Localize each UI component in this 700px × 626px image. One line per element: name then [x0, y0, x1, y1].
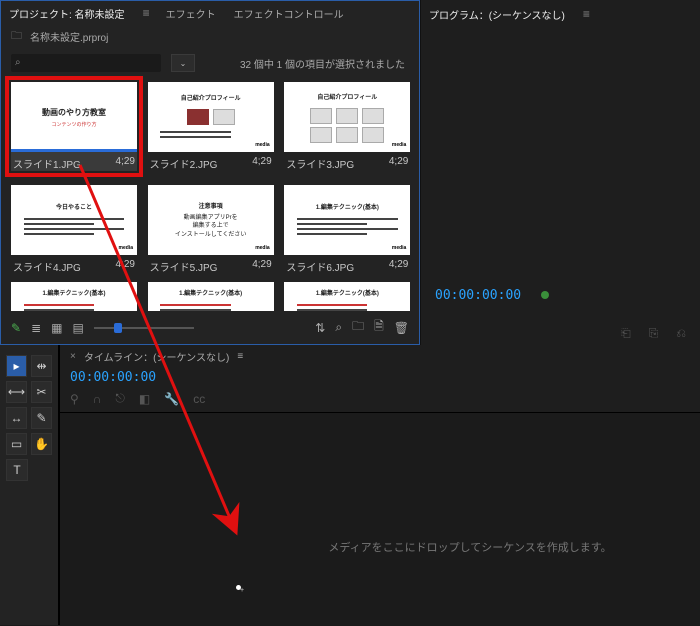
drag-cursor-icon: +	[236, 583, 245, 592]
icon-view-icon[interactable]: ▦	[51, 321, 62, 335]
thumb-slide-8[interactable]: 1.編集テクニック(基本)	[148, 282, 274, 311]
project-panel-footer: ✎ ≣ ▦ ▤ ⇅ ⌕ 🗀 🗎 🗑	[1, 311, 419, 344]
timeline-drop-area[interactable]: + メディアをここにドロップしてシーケンスを作成します。	[60, 412, 700, 625]
thumb-slide-4[interactable]: 今日やること media スライド4.JPG 4;29	[11, 185, 137, 274]
program-monitor-panel: プログラム：(シーケンスなし) ≡ 00:00:00:00 ⎗ ⎘ ⎌	[420, 0, 700, 345]
linked-selection-icon[interactable]: ⎋	[115, 391, 125, 406]
thumb-subtitle: コンテンツの作り方	[51, 121, 96, 128]
panel-menu-icon[interactable]: ≡	[583, 7, 590, 21]
project-filename: 名称未設定.prproj	[30, 29, 108, 44]
thumb-title: 今日やること	[56, 202, 92, 211]
thumb-slide-3[interactable]: 自己紹介プロフィール media スライド3.JPG 4;29	[284, 82, 410, 177]
new-bin-icon[interactable]: 🗀	[352, 317, 364, 338]
thumb-name: スライド3.JPG	[286, 156, 354, 171]
mark-out-icon[interactable]: ⎘	[649, 326, 659, 341]
hand-tool[interactable]: ✋	[31, 433, 52, 455]
track-select-tool[interactable]: ⇹	[31, 355, 52, 377]
panel-menu-icon[interactable]: ≡	[143, 6, 150, 20]
pen-tool[interactable]: ✎	[31, 407, 52, 429]
project-breadcrumb: 🗀 名称未設定.prproj	[1, 25, 419, 50]
thumb-slide-5[interactable]: 注意事項 動画編集アプリPrを 編集する上で インストールしてください medi…	[148, 185, 274, 274]
thumb-duration: 4;29	[389, 259, 408, 274]
folder-icon: 🗀	[11, 27, 22, 46]
panel-menu-icon[interactable]: ≡	[237, 351, 243, 362]
sort-icon[interactable]: ⇅	[315, 321, 325, 335]
marker-icon[interactable]: ◧	[139, 392, 150, 406]
thumb-title: 動画のやり方教室	[42, 107, 106, 118]
thumb-title: 注意事項	[199, 201, 223, 210]
thumb-name: スライド4.JPG	[13, 259, 81, 274]
thumb-slide-6[interactable]: 1.編集テクニック(基本) media スライド6.JPG 4;29	[284, 185, 410, 274]
thumb-name: スライド5.JPG	[150, 259, 218, 274]
new-item-button-icon[interactable]: 🗎	[374, 317, 384, 338]
thumb-title: 1.編集テクニック(基本)	[179, 288, 242, 297]
ripple-edit-tool[interactable]: ⟷	[6, 381, 27, 403]
thumb-duration: 4;29	[116, 259, 135, 274]
program-controls: ⎗ ⎘ ⎌	[421, 326, 700, 341]
timeline-toolbar: ⚲ ∩ ⎋ ◧ 🔧 cc	[60, 391, 700, 412]
thumb-slide-1[interactable]: 動画のやり方教室 コンテンツの作り方 スライド1.JPG 4;29	[11, 82, 137, 177]
thumb-duration: 4;29	[252, 259, 271, 274]
slip-tool[interactable]: ↔	[6, 407, 27, 429]
thumb-title: 自己紹介プロフィール	[317, 92, 377, 101]
type-tool[interactable]: T	[6, 459, 28, 481]
project-panel: プロジェクト: 名称未設定 ≡ エフェクト エフェクトコントロール 🗀 名称未設…	[0, 0, 420, 345]
selection-tool[interactable]: ▸	[6, 355, 27, 377]
thumb-name: スライド6.JPG	[286, 259, 354, 274]
thumb-title: 1.編集テクニック(基本)	[316, 288, 379, 297]
program-timecode: 00:00:00:00	[435, 288, 521, 303]
project-thumb-grid: 動画のやり方教室 コンテンツの作り方 スライド1.JPG 4;29 自己紹介プロ…	[1, 76, 419, 311]
thumb-duration: 4;29	[389, 156, 408, 171]
tab-effect-controls[interactable]: エフェクトコントロール	[232, 2, 346, 25]
rectangle-tool[interactable]: ▭	[6, 433, 27, 455]
timeline-drop-hint: メディアをここにドロップしてシーケンスを作成します。	[260, 539, 680, 555]
settings-icon[interactable]: 🔧	[164, 392, 179, 406]
thumb-name: スライド1.JPG	[13, 156, 81, 171]
razor-tool[interactable]: ✂	[31, 381, 52, 403]
selection-status: 32 個中 1 個の項目が選択されました	[240, 56, 409, 71]
filter-dropdown[interactable]: ⌄	[171, 54, 195, 72]
timeline-panel: × タイムライン：(シーケンスなし) ≡ 00:00:00:00 ⚲ ∩ ⎋ ◧…	[60, 345, 700, 625]
close-tab-icon[interactable]: ×	[70, 351, 76, 362]
mark-in-icon[interactable]: ⎗	[621, 326, 631, 341]
caption-track-icon[interactable]: cc	[193, 392, 205, 406]
thumb-title: 1.編集テクニック(基本)	[316, 202, 379, 211]
tab-timeline[interactable]: タイムライン：(シーケンスなし)	[84, 349, 229, 364]
thumb-slide-7[interactable]: 1.編集テクニック(基本)	[11, 282, 137, 311]
list-view-icon[interactable]: ≣	[31, 321, 41, 335]
new-item-icon[interactable]: ✎	[11, 321, 21, 335]
export-frame-icon[interactable]: ⎌	[676, 326, 686, 341]
thumb-slide-9[interactable]: 1.編集テクニック(基本)	[284, 282, 410, 311]
project-panel-tabs: プロジェクト: 名称未設定 ≡ エフェクト エフェクトコントロール	[1, 1, 419, 25]
timeline-timecode: 00:00:00:00	[60, 368, 700, 391]
snap-icon[interactable]: ⚲	[70, 392, 79, 406]
tab-project[interactable]: プロジェクト: 名称未設定	[7, 2, 127, 25]
thumb-duration: 4;29	[116, 156, 135, 171]
thumb-slide-2[interactable]: 自己紹介プロフィール media スライド2.JPG 4;29	[148, 82, 274, 177]
project-search-input[interactable]	[11, 54, 161, 72]
delete-icon[interactable]: 🗑	[394, 321, 409, 335]
thumb-title: 自己紹介プロフィール	[181, 93, 241, 102]
thumb-duration: 4;29	[252, 156, 271, 171]
thumb-name: スライド2.JPG	[150, 156, 218, 171]
program-status-dot	[541, 291, 549, 299]
project-search-row: ⌕ ⌄ 32 個中 1 個の項目が選択されました	[1, 50, 419, 76]
search-icon: ⌕	[15, 57, 21, 68]
freeform-view-icon[interactable]: ▤	[72, 321, 83, 335]
thumb-title: 1.編集テクニック(基本)	[42, 288, 105, 297]
zoom-slider[interactable]	[94, 327, 194, 329]
tools-panel: ▸ ⇹ ⟷ ✂ ↔ ✎ ▭ ✋ T	[0, 345, 60, 625]
tab-program[interactable]: プログラム：(シーケンスなし)	[427, 3, 567, 26]
tab-effects[interactable]: エフェクト	[164, 2, 218, 25]
magnet-icon[interactable]: ∩	[93, 392, 102, 406]
find-icon[interactable]: ⌕	[335, 320, 342, 335]
